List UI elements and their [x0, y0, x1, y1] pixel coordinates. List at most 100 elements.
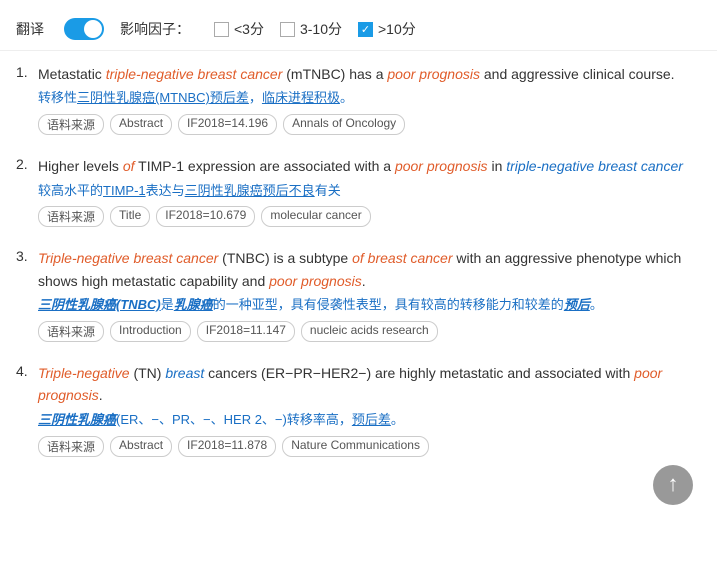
toolbar: 翻译 影响因子： <3分 3-10分 ✓ >10分	[0, 10, 717, 51]
zh-part: 是	[161, 297, 174, 312]
en-part: .	[99, 387, 103, 403]
filter-lt3[interactable]: <3分	[214, 19, 264, 39]
result-text: Triple-negative (TN) breast cancers (ER−…	[38, 362, 701, 457]
tag-journal[interactable]: nucleic acids research	[301, 321, 438, 342]
filter-3to10-checkbox[interactable]	[280, 22, 295, 37]
zh-part: 的一种亚型，具有侵袭性表型，具有较高的转移能力和较差的	[213, 297, 564, 312]
zh-sentence: 转移性三阴性乳腺癌(MTNBC)预后差，临床进程积极。	[38, 88, 701, 109]
en-part-styled: triple-negative breast cancer	[106, 66, 283, 82]
en-part: .	[362, 273, 366, 289]
result-header: 2. Higher levels of TIMP-1 expression ar…	[16, 155, 701, 227]
en-part-styled: poor prognosis	[269, 273, 362, 289]
tag-if[interactable]: IF2018=11.878	[178, 436, 276, 457]
filter-gt10-label: >10分	[378, 19, 416, 39]
zh-part: 。	[391, 412, 404, 427]
en-sentence: Triple-negative (TN) breast cancers (ER−…	[38, 362, 701, 407]
filter-gt10-checkbox[interactable]: ✓	[358, 22, 373, 37]
en-part: cancers (ER−PR−HER2−) are highly metasta…	[204, 365, 634, 381]
en-part: (TN)	[130, 365, 166, 381]
tag-journal[interactable]: Nature Communications	[282, 436, 429, 457]
zh-part-underline: 预后差	[210, 90, 249, 105]
result-item: 4. Triple-negative (TN) breast cancers (…	[16, 362, 701, 457]
tag-abstract[interactable]: Abstract	[110, 436, 172, 457]
tag-source[interactable]: 语料来源	[38, 436, 104, 457]
filter-lt3-checkbox[interactable]	[214, 22, 229, 37]
result-number: 1.	[16, 63, 38, 80]
en-part-styled: of breast cancer	[352, 250, 452, 266]
result-number: 3.	[16, 247, 38, 264]
result-header: 3. Triple-negative breast cancer (TNBC) …	[16, 247, 701, 342]
zh-part-underline: 预后差	[352, 412, 391, 427]
zh-part-underline: 三阴性乳腺癌	[185, 183, 263, 198]
en-part-styled: breast	[165, 365, 204, 381]
result-number: 4.	[16, 362, 38, 379]
result-item: 2. Higher levels of TIMP-1 expression ar…	[16, 155, 701, 227]
en-part: TIMP-1 expression are associated with a	[135, 158, 395, 174]
zh-part: 较高水平的	[38, 183, 103, 198]
en-part: (TNBC) is a subtype	[218, 250, 352, 266]
en-part-styled: Triple-negative	[38, 365, 130, 381]
tag-if[interactable]: IF2018=14.196	[178, 114, 277, 135]
tag-source[interactable]: 语料来源	[38, 206, 104, 227]
zh-sentence: 三阴性乳腺癌(TNBC)是乳腺癌的一种亚型，具有侵袭性表型，具有较高的转移能力和…	[38, 295, 701, 316]
tag-if[interactable]: IF2018=10.679	[156, 206, 255, 227]
tag-abstract[interactable]: Abstract	[110, 114, 172, 135]
en-part-styled: of	[123, 158, 135, 174]
tags: 语料来源 Abstract IF2018=11.878 Nature Commu…	[38, 436, 701, 457]
result-item: 1. Metastatic triple-negative breast can…	[16, 63, 701, 135]
zh-part-underline: 临床进程积极	[262, 90, 340, 105]
en-part: in	[488, 158, 507, 174]
tag-journal[interactable]: Annals of Oncology	[283, 114, 405, 135]
en-part-styled: poor prognosis	[387, 66, 480, 82]
zh-part: (ER、−、PR、−、HER 2、−)转移率高，	[116, 412, 352, 427]
tag-if[interactable]: IF2018=11.147	[197, 321, 295, 342]
result-text: Triple-negative breast cancer (TNBC) is …	[38, 247, 701, 342]
zh-part-underline: 乳腺癌	[174, 297, 213, 312]
tag-source[interactable]: 语料来源	[38, 321, 104, 342]
en-part: (mTNBC) has a	[282, 66, 387, 82]
en-part-styled: Triple-negative breast cancer	[38, 250, 218, 266]
translate-label: 翻译	[16, 19, 44, 39]
zh-part-underline: 三阴性乳腺癌(TNBC)	[38, 297, 161, 312]
result-number: 2.	[16, 155, 38, 172]
filter-3to10[interactable]: 3-10分	[280, 19, 342, 39]
en-part: Higher levels	[38, 158, 123, 174]
result-header: 1. Metastatic triple-negative breast can…	[16, 63, 701, 135]
tag-journal[interactable]: molecular cancer	[261, 206, 370, 227]
zh-part-underline: 三阴性乳腺癌	[38, 412, 116, 427]
scroll-top-button[interactable]: ↑	[653, 465, 693, 505]
result-text: Metastatic triple-negative breast cancer…	[38, 63, 701, 135]
en-sentence: Triple-negative breast cancer (TNBC) is …	[38, 247, 701, 292]
filter-gt10[interactable]: ✓ >10分	[358, 19, 416, 39]
result-header: 4. Triple-negative (TN) breast cancers (…	[16, 362, 701, 457]
filter-options: <3分 3-10分 ✓ >10分	[214, 19, 416, 39]
scroll-top-arrow-icon: ↑	[668, 473, 679, 495]
zh-sentence: 三阴性乳腺癌(ER、−、PR、−、HER 2、−)转移率高，预后差。	[38, 410, 701, 431]
zh-part-underline: 预后	[564, 297, 590, 312]
zh-sentence: 较高水平的TIMP-1表达与三阴性乳腺癌预后不良有关	[38, 181, 701, 202]
en-part: and aggressive clinical course.	[480, 66, 675, 82]
toggle-knob	[84, 20, 102, 38]
zh-part: 。	[590, 297, 603, 312]
zh-part-underline: 三阴性乳腺癌(MTNBC)	[77, 90, 210, 105]
tags: 语料来源 Abstract IF2018=14.196 Annals of On…	[38, 114, 701, 135]
tag-source[interactable]: 语料来源	[38, 114, 104, 135]
zh-part: 转移性	[38, 90, 77, 105]
translate-toggle[interactable]	[64, 18, 104, 40]
en-sentence: Higher levels of TIMP-1 expression are a…	[38, 155, 701, 177]
filter-lt3-label: <3分	[234, 19, 264, 39]
tags: 语料来源 Introduction IF2018=11.147 nucleic …	[38, 321, 701, 342]
results-list: 1. Metastatic triple-negative breast can…	[0, 51, 717, 493]
en-sentence: Metastatic triple-negative breast cancer…	[38, 63, 701, 85]
tag-title[interactable]: Title	[110, 206, 150, 227]
filter-label: 影响因子：	[120, 19, 190, 39]
en-part-styled: poor prognosis	[395, 158, 488, 174]
filter-3to10-label: 3-10分	[300, 19, 342, 39]
tags: 语料来源 Title IF2018=10.679 molecular cance…	[38, 206, 701, 227]
zh-part-underline: TIMP-1	[103, 183, 146, 198]
zh-part: 有关	[315, 183, 341, 198]
zh-part: 表达与	[146, 183, 185, 198]
tag-intro[interactable]: Introduction	[110, 321, 191, 342]
en-part: Metastatic	[38, 66, 106, 82]
checkmark-icon: ✓	[361, 23, 370, 36]
